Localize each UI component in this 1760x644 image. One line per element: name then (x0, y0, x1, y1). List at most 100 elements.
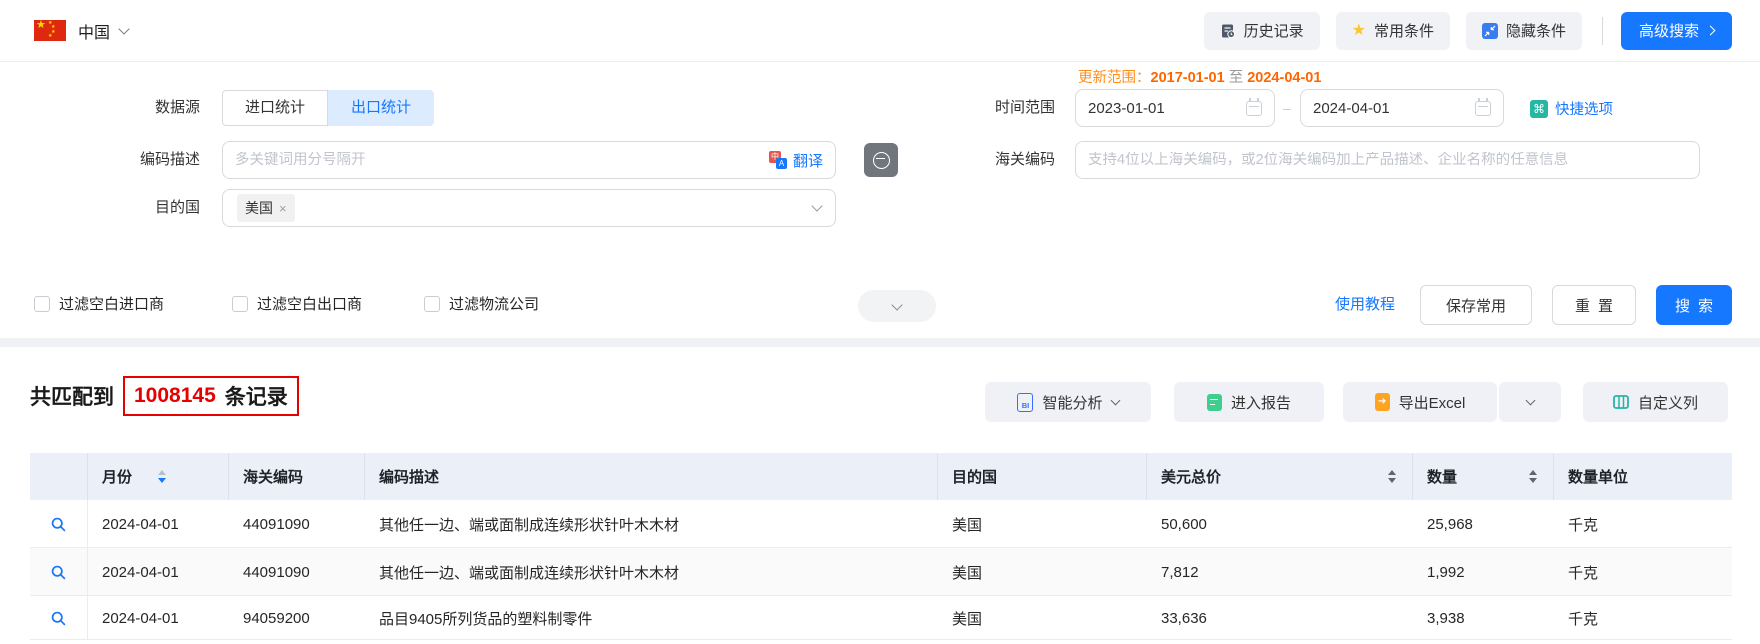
hs-code-input[interactable] (1088, 152, 1687, 168)
match-count-number: 1008145 (134, 384, 216, 407)
cell-month: 2024-04-01 (102, 563, 179, 581)
remove-tag-icon[interactable]: × (279, 201, 287, 216)
date-from-field[interactable] (1075, 89, 1275, 127)
select-chevron-down-icon[interactable] (811, 200, 823, 212)
export-excel-button[interactable]: ➔ 导出Excel (1343, 382, 1497, 422)
country-selector-label[interactable]: 中国 (78, 19, 110, 43)
expand-conditions-button[interactable] (858, 290, 936, 322)
filter-blank-importer[interactable]: 过滤空白进口商 (34, 293, 164, 314)
cell-qty: 25,968 (1427, 515, 1473, 533)
country-chevron-down-icon[interactable] (118, 22, 130, 35)
destination-select[interactable]: 美国 × (222, 189, 836, 227)
cell-unit: 千克 (1568, 516, 1599, 534)
columns-icon (1613, 395, 1629, 409)
row-detail-button[interactable] (30, 596, 88, 640)
cell-dest: 美国 (952, 610, 983, 628)
sort-icon[interactable] (1388, 470, 1396, 483)
cell-hs-code: 44091090 (243, 515, 310, 533)
report-notebook-icon (1206, 393, 1222, 411)
header-usd[interactable]: 美元总价 (1147, 453, 1413, 500)
date-to-field[interactable] (1300, 89, 1504, 127)
favorites-button[interactable]: ★ 常用条件 (1335, 11, 1450, 50)
checkbox[interactable] (232, 295, 248, 312)
date-from-input[interactable] (1088, 99, 1246, 117)
hide-conditions-button[interactable]: 隐藏条件 (1465, 11, 1582, 50)
excel-export-icon: ➔ (1374, 393, 1390, 411)
update-range-to: 2024-04-01 (1247, 70, 1322, 86)
export-options-button[interactable] (1499, 382, 1561, 422)
match-count-prefix: 共匹配到 (30, 386, 114, 409)
code-desc-input[interactable] (235, 152, 769, 168)
tab-import-stats[interactable]: 进口统计 (222, 90, 329, 126)
reset-button[interactable]: 重置 (1552, 285, 1636, 325)
magnifier-icon (51, 611, 66, 625)
collapse-icon (1481, 22, 1498, 39)
row-detail-button[interactable] (30, 500, 88, 548)
cell-unit: 千克 (1568, 564, 1599, 582)
cell-unit: 千克 (1568, 610, 1599, 628)
search-button[interactable]: 搜索 (1656, 285, 1732, 325)
cell-qty: 1,992 (1427, 563, 1465, 581)
cell-month: 2024-04-01 (102, 515, 179, 533)
chevron-down-icon (891, 298, 903, 311)
cell-dest: 美国 (952, 516, 983, 534)
table-header-row: 月份 海关编码 编码描述 目的国 美元总价 数量 数量单位 (30, 453, 1732, 500)
calendar-icon (1475, 97, 1491, 116)
topbar: ★ ★ ★ ★ ★ 中国 历史记录 ★ 常用条件 隐藏条件 高级搜索 (0, 0, 1760, 62)
match-count-row: 共匹配到 1008145 条记录 (30, 376, 299, 416)
checkbox[interactable] (34, 295, 50, 312)
cell-usd: 33,636 (1161, 609, 1207, 627)
cell-desc: 其他任一边、端或面制成连续形状针叶木木材 (379, 564, 680, 582)
enter-report-button[interactable]: 进入报告 (1174, 382, 1324, 422)
topbar-divider (1601, 16, 1603, 45)
filter-blank-exporter[interactable]: 过滤空白出口商 (232, 293, 362, 314)
export-excel-label: 导出Excel (1398, 394, 1466, 412)
chevron-down-icon (1110, 395, 1120, 406)
update-range-from: 2017-01-01 (1150, 70, 1225, 86)
results-table: 月份 海关编码 编码描述 目的国 美元总价 数量 数量单位 2024-04-01… (30, 453, 1732, 644)
history-button-label: 历史记录 (1243, 23, 1304, 40)
cell-desc: 品目9405所列货品的塑料制零件 (379, 610, 593, 628)
header-desc: 编码描述 (365, 453, 938, 500)
magnifier-icon (51, 565, 66, 579)
table-row: 2024-04-01 44091090 其他任一边、端或面制成连续形状针叶木木材… (30, 548, 1732, 596)
row-detail-button[interactable] (30, 548, 88, 596)
header-qty[interactable]: 数量 (1413, 453, 1554, 500)
chevron-down-icon (1525, 395, 1535, 406)
tutorial-link[interactable]: 使用教程 (1335, 285, 1395, 325)
match-count-suffix: 条记录 (224, 386, 288, 409)
smart-analysis-button[interactable]: BI 智能分析 (985, 382, 1151, 422)
hide-conditions-button-label: 隐藏条件 (1505, 23, 1566, 40)
date-to-input[interactable] (1313, 99, 1475, 117)
sort-icon[interactable] (1529, 470, 1537, 483)
tab-export-stats[interactable]: 出口统计 (328, 90, 435, 126)
update-range-to-word: 至 (1228, 70, 1244, 86)
translate-label: 翻译 (792, 152, 823, 170)
bi-document-icon: BI (1017, 392, 1034, 412)
header-hs-code: 海关编码 (229, 453, 365, 500)
header-month[interactable]: 月份 (88, 453, 229, 500)
cell-usd: 50,600 (1161, 515, 1207, 533)
date-range-separator: – (1283, 100, 1291, 116)
sort-icon[interactable] (158, 470, 167, 483)
save-conditions-button[interactable]: 保存常用 (1420, 285, 1532, 325)
quick-options-link[interactable]: ⌘ 快捷选项 (1530, 98, 1613, 119)
chevron-right-icon (1705, 25, 1716, 36)
star-icon: ★ (1351, 21, 1366, 39)
table-row: 2024-04-01 44091090 其他任一边、端或面制成连续形状针叶木木材… (30, 500, 1732, 548)
cell-hs-code: 44091090 (243, 563, 310, 581)
destination-label: 目的国 (154, 199, 200, 216)
cell-hs-code: 94059200 (243, 609, 310, 627)
checkbox[interactable] (424, 295, 440, 312)
trade-data-search-page: ★ ★ ★ ★ ★ 中国 历史记录 ★ 常用条件 隐藏条件 高级搜索 更新范围：… (0, 0, 1760, 644)
custom-columns-button[interactable]: 自定义列 (1583, 382, 1728, 422)
update-range-note: 更新范围：2017-01-01 至 2024-04-01 (1078, 66, 1321, 87)
enter-report-label: 进入报告 (1230, 394, 1291, 412)
update-range-label: 更新范围： (1078, 70, 1151, 86)
translate-button[interactable]: 中 A 翻译 (768, 150, 823, 171)
advanced-search-button[interactable]: 高级搜索 (1620, 11, 1732, 50)
calendar-icon (1246, 97, 1262, 116)
filter-logistics[interactable]: 过滤物流公司 (424, 293, 539, 314)
history-button[interactable]: 历史记录 (1203, 11, 1320, 50)
hs-code-field (1075, 141, 1700, 179)
